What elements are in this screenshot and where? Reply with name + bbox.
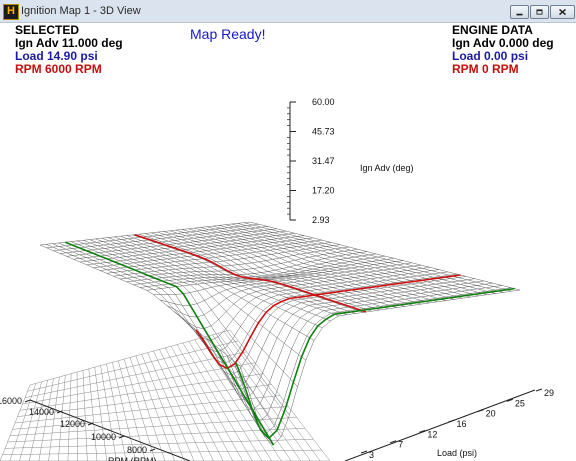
z-tick-label: 60.00 — [312, 97, 335, 107]
floor-grid-line — [24, 351, 247, 398]
mesh-line — [173, 267, 431, 329]
load-tick-label: 25 — [515, 398, 525, 408]
z-axis-title: Ign Adv (deg) — [360, 163, 414, 173]
mesh-line — [226, 285, 503, 423]
z-tick-label: 2.93 — [312, 215, 330, 225]
rpm-tick-label: 10000 — [91, 432, 116, 442]
z-axis: 60.00 45.73 31.47 17.20 2.93 Ign Adv (deg) — [287, 97, 414, 225]
load-axis: 3 7 12 16 20 25 29 Load (psi) — [344, 388, 554, 461]
surface-mesh[interactable] — [39, 221, 521, 446]
load-tick-label: 29 — [544, 388, 554, 398]
rpm-tick-label: 16000 — [0, 396, 22, 406]
rpm-axis-tick — [24, 399, 31, 403]
z-tick-label: 31.47 — [312, 156, 335, 166]
surface-plot[interactable]: 60.00 45.73 31.47 17.20 2.93 Ign Adv (deg) 16… — [0, 0, 576, 461]
rpm-tick-label: 8000 — [127, 445, 147, 455]
mesh-line — [107, 237, 331, 322]
mesh-line — [200, 227, 455, 300]
load-tick-label: 20 — [486, 409, 496, 419]
mesh-line — [89, 239, 307, 361]
rpm-tick-label: 14000 — [29, 407, 54, 417]
rpm-tick-label: 12000 — [60, 419, 85, 429]
load-tick-label: 3 — [369, 450, 374, 460]
load-axis-title: Load (psi) — [437, 448, 477, 458]
z-tick-label: 45.73 — [312, 127, 335, 137]
rpm-axis-title: RPM (RPM) — [108, 456, 157, 461]
floor-grid-line — [22, 362, 256, 405]
load-tick-label: 7 — [398, 440, 403, 450]
load-tick-label: 12 — [427, 429, 437, 439]
rpm-axis-line — [29, 399, 191, 461]
load-tick-label: 16 — [457, 419, 467, 429]
floor-grid — [0, 329, 331, 461]
rpm-axis-tick — [149, 448, 156, 452]
z-tick-label: 17.20 — [312, 186, 335, 196]
mesh-line — [239, 289, 521, 446]
floor-grid-line — [19, 373, 264, 411]
load-axis-tick — [535, 388, 543, 392]
mesh-line — [114, 236, 339, 317]
